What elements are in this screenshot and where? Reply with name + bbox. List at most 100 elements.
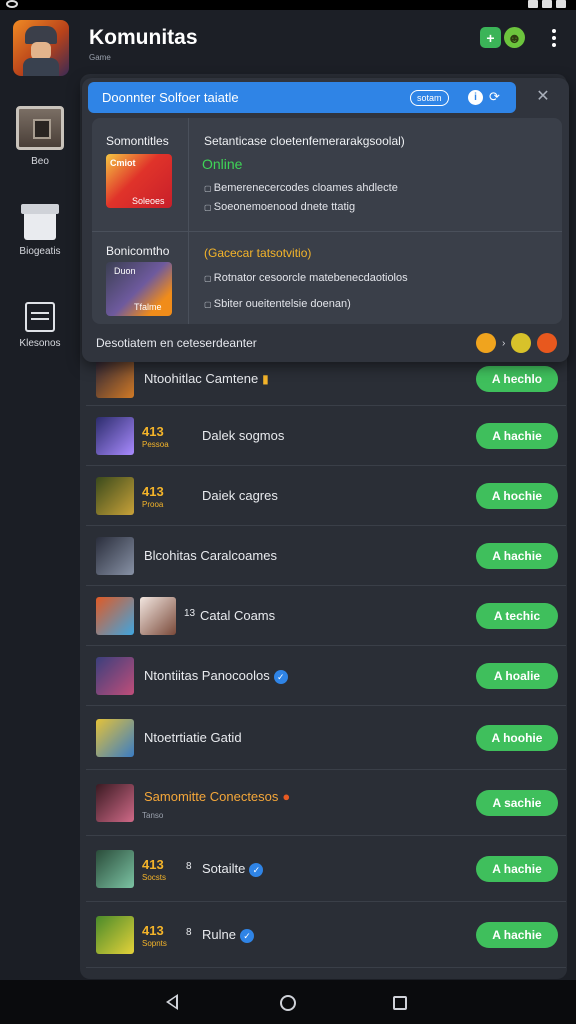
sidebar-item-beo[interactable]: Beo bbox=[0, 106, 80, 167]
emoji-icon[interactable] bbox=[511, 333, 532, 353]
list-item[interactable]: 413 Prooa Daiek cagres A hochie bbox=[86, 466, 566, 526]
badge-subtext: Socsts bbox=[142, 873, 167, 882]
game-thumbnail bbox=[140, 597, 176, 635]
search-filter-chip[interactable]: sotam bbox=[410, 90, 449, 106]
system-nav-bar bbox=[0, 980, 576, 1024]
game-thumbnail bbox=[96, 537, 134, 575]
popup-card: Somontitles Cmiot Soleoes Setanticase cl… bbox=[92, 118, 562, 324]
row-title: Catal Coams bbox=[200, 608, 275, 623]
app-header: Komunitas Game + ☻ bbox=[80, 10, 576, 74]
bullet-item: Bemerenecercodes cloames ahdlecte bbox=[204, 182, 398, 194]
status-bar bbox=[0, 0, 576, 10]
search-bar[interactable]: Doonnter Solfoer taiatle sotam i ⟳ bbox=[88, 82, 516, 113]
row-title-text: Dalek sogmos bbox=[202, 428, 285, 443]
game-thumbnail bbox=[96, 916, 134, 954]
info-icon[interactable]: i bbox=[468, 90, 483, 105]
row-title: Sotailte ✓ bbox=[202, 861, 264, 877]
sidebar-item-label: Beo bbox=[31, 156, 49, 167]
row-title-text: Ntoohitlac Camtene bbox=[144, 371, 259, 386]
row-title: Daiek cagres bbox=[202, 488, 278, 503]
row-title-text: Catal Coams bbox=[200, 608, 276, 623]
join-button[interactable]: A techic bbox=[476, 603, 558, 629]
list-item[interactable]: Ntontiitas Panocoolos ✓ A hoalie bbox=[86, 646, 566, 706]
search-popup: Doonnter Solfoer taiatle sotam i ⟳ ✕ Som… bbox=[82, 78, 569, 362]
bullet-item: Sbiter oueitentelsie doenan) bbox=[204, 298, 351, 310]
sidebar-item-label: Klesonos bbox=[19, 338, 61, 349]
trophy-icon: ▮ bbox=[262, 372, 269, 386]
row-title: Dalek sogmos bbox=[202, 428, 284, 443]
row-title-text: Ntoetrtiatie Gatid bbox=[144, 730, 242, 745]
badge-number: 413 bbox=[142, 857, 164, 872]
section-art: Duon Tfalme bbox=[106, 262, 172, 316]
list-item[interactable]: 413 Socsts 8 Sotailte ✓ A hachie bbox=[86, 836, 566, 902]
emoji-icon[interactable] bbox=[537, 333, 558, 353]
page-subtitle: Game bbox=[89, 53, 111, 62]
verified-icon: ✓ bbox=[239, 928, 254, 943]
list-item[interactable]: 413 Pessoa Dalek sogmos A hachie bbox=[86, 406, 566, 466]
join-button[interactable]: A hachie bbox=[476, 423, 558, 449]
badge-number: 413 bbox=[142, 424, 164, 439]
status-indicator-icon bbox=[6, 0, 18, 8]
badge-number: 413 bbox=[142, 923, 164, 938]
sidebar-item-label: Biogeatis bbox=[19, 246, 61, 257]
join-button[interactable]: A hachie bbox=[476, 856, 558, 882]
row-prefix: 13 bbox=[184, 608, 196, 619]
row-title-text: Daiek cagres bbox=[202, 488, 278, 503]
row-title: Samomitte Conectesos ● bbox=[144, 789, 290, 804]
game-thumbnail bbox=[96, 657, 134, 695]
section-label: Somontitles bbox=[106, 134, 169, 148]
join-button[interactable]: A hachie bbox=[476, 922, 558, 948]
list-item[interactable]: 413 Sopnts 8 Rulne ✓ A hachie bbox=[86, 902, 566, 968]
list-item[interactable]: Ntoohitlac Camtene ▮ A hechlo bbox=[86, 360, 566, 406]
bullet-item: Soeonemoenood dnete ttatig bbox=[204, 201, 355, 213]
page-title: Komunitas bbox=[89, 26, 198, 49]
section-art: Cmiot Soleoes bbox=[106, 154, 172, 208]
game-thumbnail bbox=[96, 597, 134, 635]
emoji-icon[interactable] bbox=[476, 333, 496, 353]
verified-icon: ✓ bbox=[273, 669, 288, 684]
status-online: Online bbox=[202, 156, 243, 172]
row-title: Blcohitas Caralcoames bbox=[144, 548, 277, 563]
back-icon[interactable] bbox=[166, 994, 178, 1010]
row-prefix: 8 bbox=[186, 927, 192, 938]
join-button[interactable]: A hechlo bbox=[476, 366, 558, 392]
join-button[interactable]: A hoohie bbox=[476, 725, 558, 751]
badge-number: 413 bbox=[142, 484, 164, 499]
refresh-icon[interactable]: ⟳ bbox=[489, 89, 504, 104]
badge-subtext: Pessoa bbox=[142, 440, 169, 449]
emoji-button[interactable]: ☻ bbox=[504, 27, 525, 48]
search-input[interactable]: Doonnter Solfoer taiatle bbox=[102, 90, 239, 105]
row-title-text: Blcohitas Caralcoames bbox=[144, 548, 277, 563]
bullet-item: Rotnator cesoorcle matebenecdaotiolos bbox=[204, 272, 408, 284]
sidebar-item-biogeatis[interactable]: Biogeatis bbox=[0, 204, 80, 257]
join-button[interactable]: A hochie bbox=[476, 483, 558, 509]
app-avatar[interactable] bbox=[13, 20, 69, 76]
chevron-right-icon: › bbox=[502, 337, 506, 349]
flame-icon: ● bbox=[282, 789, 291, 804]
status-icons bbox=[526, 0, 566, 8]
row-title-text: Ntontiitas Panocoolos bbox=[144, 668, 270, 683]
home-icon[interactable] bbox=[280, 995, 296, 1011]
join-button[interactable]: A hoalie bbox=[476, 663, 558, 689]
game-thumbnail bbox=[96, 719, 134, 757]
join-button[interactable]: A sachie bbox=[476, 790, 558, 816]
recents-icon[interactable] bbox=[393, 996, 407, 1010]
list-item[interactable]: Samomitte Conectesos ● Tanso A sachie bbox=[86, 770, 566, 836]
list-item[interactable]: Ntoetrtiatie Gatid A hoohie bbox=[86, 706, 566, 770]
join-button[interactable]: A hachie bbox=[476, 543, 558, 569]
sidebar-item-klesonos[interactable]: Klesonos bbox=[0, 302, 80, 349]
section-title: (Gacecar tatsotvitio) bbox=[204, 246, 312, 260]
list-item[interactable]: Blcohitas Caralcoames A hachie bbox=[86, 526, 566, 586]
badge-subtext: Sopnts bbox=[142, 939, 167, 948]
close-icon[interactable]: ✕ bbox=[532, 86, 554, 108]
game-thumbnail bbox=[96, 360, 134, 398]
stack-icon bbox=[25, 302, 55, 332]
row-title: Ntoetrtiatie Gatid bbox=[144, 730, 242, 745]
row-title-text: Rulne bbox=[202, 927, 236, 942]
add-button[interactable]: + bbox=[480, 27, 501, 48]
row-title: Rulne ✓ bbox=[202, 927, 254, 943]
game-thumbnail bbox=[96, 784, 134, 822]
list-item[interactable]: 13 Catal Coams A techic bbox=[86, 586, 566, 646]
row-title-text: Sotailte bbox=[202, 861, 246, 876]
more-menu-icon[interactable] bbox=[547, 27, 561, 49]
